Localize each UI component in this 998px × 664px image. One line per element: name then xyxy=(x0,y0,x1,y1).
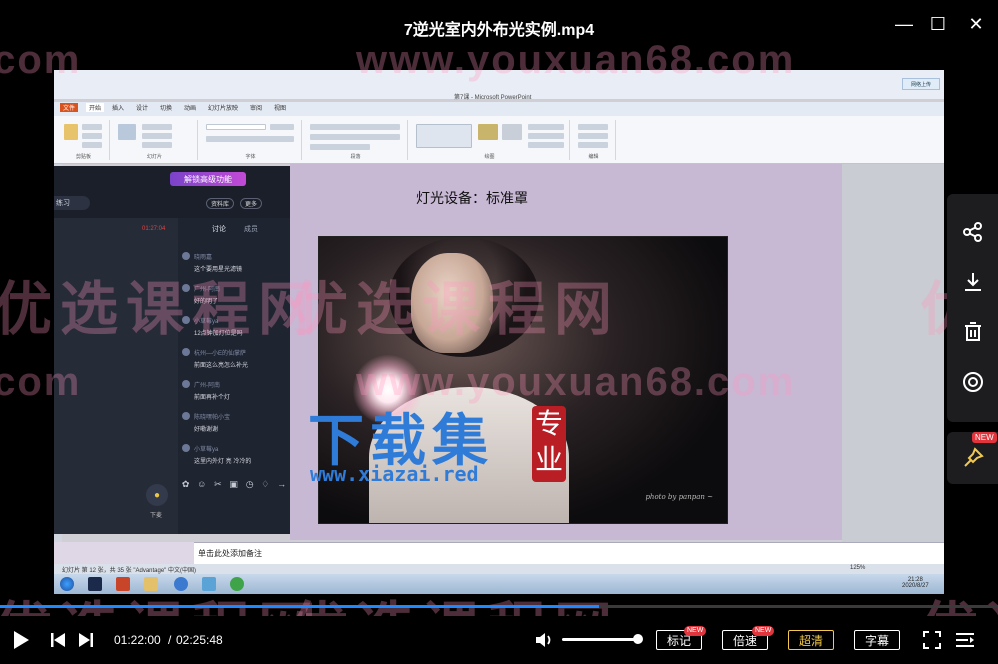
slide-heading: 灯光设备：标准罩 xyxy=(416,190,528,206)
ribbon-group-font: 字体 xyxy=(200,120,302,160)
taskbar-clock: 21:28 2020/8/27 xyxy=(902,577,929,589)
subtitle-button[interactable]: 字幕 xyxy=(854,630,900,650)
emoji-icon: ☺ xyxy=(197,479,207,489)
photo-signature: photo by panpan ~ xyxy=(645,493,713,501)
tab-members: 成员 xyxy=(244,226,258,233)
folder-icon xyxy=(144,577,158,591)
title-bar: 7逆光室内外布光实例.mp4 — ☐ ✕ xyxy=(0,0,998,56)
ppt-tab-home: 开始 xyxy=(86,103,105,112)
seal-stamp: 专 业 xyxy=(532,406,566,482)
chat-timer: 01:27:04 xyxy=(142,226,166,232)
ribbon-group-editing: 编辑 xyxy=(572,120,616,160)
ppt-tab-transitions: 切换 xyxy=(160,106,173,112)
share-icon[interactable] xyxy=(961,220,985,244)
ribbon-group-clipboard: 剪贴板 xyxy=(58,120,110,160)
mic-label: 下麦 xyxy=(150,513,163,519)
ppt-titlebar: 第7课 - Microsoft PowerPoint 网络上传 xyxy=(54,70,944,101)
promo-badge: 解锁高级功能 xyxy=(170,172,246,186)
ppt-tab-insert: 插入 xyxy=(112,106,125,112)
volume-knob[interactable] xyxy=(633,634,643,644)
bell-icon: ♢ xyxy=(261,478,270,489)
image-icon: ▣ xyxy=(229,478,238,489)
total-time: 02:25:48 xyxy=(176,633,223,647)
start-icon xyxy=(60,577,74,591)
ribbon-group-drawing: 绘图 xyxy=(410,120,570,160)
notes-placeholder: 单击此处添加备注 xyxy=(198,549,262,558)
video-frame[interactable]: 第7课 - Microsoft PowerPoint 网络上传 文件 开始 插入… xyxy=(54,70,944,594)
ribbon-group-slides: 幻灯片 xyxy=(112,120,198,160)
chat-room-label: 练习 xyxy=(54,196,90,210)
ppt-tab-animations: 动画 xyxy=(184,106,197,112)
player-controls: 01:22:00 / 02:25:48 标记 NEW 倍速 NEW 超清 字幕 xyxy=(0,616,998,664)
pin-icon[interactable] xyxy=(961,446,985,470)
ppt-tab-file: 文件 xyxy=(60,103,79,112)
ppt-tab-view: 视图 xyxy=(274,106,287,112)
zoom-level: 125% xyxy=(850,565,866,571)
arrow-icon: → xyxy=(277,479,287,489)
live-chat-window: 解锁高级功能 练习 资料库 更多 01:27:04 讨论 成员 晓雨嘉 这个要用星… xyxy=(54,166,290,534)
library-button: 资料库 xyxy=(206,198,234,209)
volume-slider[interactable] xyxy=(562,634,643,644)
powerpoint-icon xyxy=(116,577,130,591)
ppt-window-title: 第7课 - Microsoft PowerPoint xyxy=(454,95,532,101)
previous-icon[interactable] xyxy=(50,632,66,653)
playlist-icon[interactable] xyxy=(954,630,976,655)
side-panel xyxy=(947,194,998,422)
ppt-status-bar: 幻灯片 第 12 张，共 35 张 "Advantage" 中文(中国) 125… xyxy=(54,564,944,574)
ppt-tab-review: 审阅 xyxy=(250,106,263,112)
flower-icon: ✿ xyxy=(181,478,190,489)
record-icon[interactable] xyxy=(961,370,985,394)
chat-message: 广州-阿南 好的明了 xyxy=(182,284,286,305)
tab-discuss: 讨论 xyxy=(212,226,226,233)
video-title: 7逆光室内外布光实例.mp4 xyxy=(403,22,595,39)
app-icon xyxy=(202,577,216,591)
maximize-icon[interactable]: ☐ xyxy=(926,12,950,36)
ppt-ribbon: 剪贴板 幻灯片 字体 段落 绘图 编辑 xyxy=(54,116,944,164)
chat-message: 陈晓嘿帕小宝 好嘞谢谢 xyxy=(182,412,286,433)
mic-icon: ● xyxy=(146,484,168,506)
volume-icon[interactable] xyxy=(534,630,554,655)
ppt-tab-slideshow: 幻灯片放映 xyxy=(208,106,239,112)
ppt-tab-bar: 文件 开始 插入 设计 切换 动画 幻灯片放映 审阅 视图 xyxy=(54,102,944,116)
play-icon[interactable] xyxy=(12,630,30,655)
ppt-tab-design: 设计 xyxy=(136,106,149,112)
more-button: 更多 xyxy=(240,198,262,209)
photo-portrait xyxy=(411,253,493,353)
chat-message: 小草莓ya 这里内外灯 亮 冷冷的 xyxy=(182,444,286,465)
xiazai-url: www.xiazai.red xyxy=(310,462,479,486)
clock-icon: ◷ xyxy=(245,478,254,489)
mark-new-badge: NEW xyxy=(684,626,707,636)
time-separator: / xyxy=(168,633,172,647)
close-icon[interactable]: ✕ xyxy=(964,12,988,36)
chat-message: 晓雨嘉 这个要用星光滤镜 xyxy=(182,252,286,273)
quality-button[interactable]: 超清 xyxy=(788,630,834,650)
progress-fill xyxy=(0,605,599,608)
pin-new-badge: NEW xyxy=(972,432,997,443)
chat-message: 杭州—小E的仙掌萨 前面这么亮怎么补光 xyxy=(182,348,286,369)
ppt-workspace-gutter xyxy=(842,164,944,544)
chat-message: 小草莓ya 12点钟加灯位是吗 xyxy=(182,316,286,337)
refresh-app-icon xyxy=(230,577,244,591)
ppt-thumbnail-strip xyxy=(54,542,194,564)
chat-header: 解锁高级功能 练习 资料库 更多 xyxy=(54,166,290,218)
next-icon[interactable] xyxy=(78,632,94,653)
current-time: 01:22:00 xyxy=(114,633,161,647)
speed-new-badge: NEW xyxy=(752,626,775,636)
chat-toolbar: ✿ ☺ ✂ ▣ ◷ ♢ → xyxy=(178,474,290,494)
delete-icon[interactable] xyxy=(961,320,985,344)
status-text: 幻灯片 第 12 张，共 35 张 "Advantage" 中文(中国) xyxy=(62,568,196,574)
browser-icon xyxy=(174,577,188,591)
fullscreen-icon[interactable] xyxy=(922,630,942,655)
minimize-icon[interactable]: — xyxy=(892,12,916,36)
os-taskbar: 21:28 2020/8/27 xyxy=(54,574,944,594)
notes-pane: 单击此处添加备注 xyxy=(194,542,944,564)
ribbon-group-paragraph: 段落 xyxy=(304,120,408,160)
chat-message: 广州-阿南 前面再补个灯 xyxy=(182,380,286,401)
upload-button: 网络上传 xyxy=(902,78,940,90)
scissors-icon: ✂ xyxy=(214,478,222,489)
photoshop-icon xyxy=(88,577,102,591)
download-icon[interactable] xyxy=(961,270,985,294)
progress-bar[interactable] xyxy=(0,605,998,608)
